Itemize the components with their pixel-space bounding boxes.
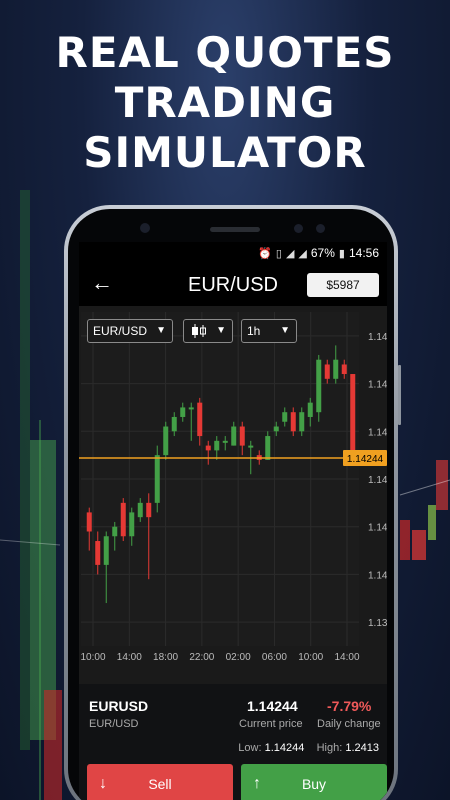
phone-frame: ⏰ ▯ ◢ ◢ 67% ▮ 14:56 ← EUR/USD $5987 1.14… [64,205,401,800]
candle-body [112,526,118,537]
candle-body [248,445,254,448]
candle-body [188,407,194,410]
chevron-down-icon: ▼ [156,325,166,336]
high-value: 1.2413 [345,742,379,754]
daily-change-label: Daily change [317,718,381,730]
x-tick-label: 14:00 [334,652,359,663]
app-bar: ← EUR/USD $5987 [79,264,387,306]
balance-button[interactable]: $5987 [307,273,379,297]
headline-line-2: TRADING [114,78,336,127]
symbol-select[interactable]: EUR/USD ▼ [87,319,173,343]
low-label: Low: [238,742,262,754]
sell-label: Sell [148,776,172,792]
x-tick-label: 10:00 [298,652,323,663]
candle-body [299,412,305,432]
arrow-down-icon: ↓ [99,775,107,792]
app-screen: ⏰ ▯ ◢ ◢ 67% ▮ 14:56 ← EUR/USD $5987 1.14… [79,242,387,800]
candle-body [137,502,143,518]
symbol-select-value: EUR/USD [93,324,148,338]
status-bar: ⏰ ▯ ◢ ◢ 67% ▮ 14:56 [79,242,387,264]
buy-label: Buy [301,776,327,792]
headline: REAL QUOTES TRADING SIMULATOR [0,28,450,178]
phone-speaker [210,227,260,232]
candle-body [316,359,322,413]
candle-body [103,536,109,565]
candle-body [231,426,237,446]
alarm-icon: ⏰ [258,247,272,260]
candle-body [129,512,135,537]
current-price-label: Current price [239,718,303,730]
battery-percent: 67% [310,246,335,260]
candlestick-icon [192,324,206,338]
candle-body [180,407,186,417]
candle-body [333,359,339,379]
quote-panel: EURUSD EUR/USD 1.14244 Current price -7.… [79,684,387,800]
chart-area[interactable]: 1.145 1.144 1.143 1.142 1.141 1.14 1.139 10:00 1… [79,306,387,684]
x-tick-label: 02:00 [226,652,251,663]
x-tick-label: 14:00 [117,652,142,663]
chevron-down-icon: ▼ [280,325,290,336]
y-tick-label: 1.143 [368,427,387,438]
y-tick-label: 1.142 [368,475,387,486]
headline-line-1: REAL QUOTES [55,28,395,77]
chevron-down-icon: ▼ [216,325,226,336]
timeframe-select[interactable]: 1h ▼ [241,319,297,343]
vibrate-icon: ▯ [275,247,282,260]
candle-body [120,502,126,537]
x-tick-label: 22:00 [189,652,214,663]
candle-body [239,426,245,446]
low-value: 1.14244 [264,742,305,754]
y-tick-label: 1.144 [368,380,387,391]
signal-icon: ◢ [285,247,295,260]
candle-body [95,541,101,565]
arrow-up-icon: ↑ [253,775,261,792]
sell-button[interactable]: ↓ Sell [87,764,233,800]
candle-body [265,436,271,460]
current-price: 1.14244 [247,698,298,714]
candle-body [290,412,296,432]
chart-type-select[interactable]: ▼ [183,319,233,343]
candle-body [86,512,92,532]
candle-body [282,412,288,422]
y-tick-label: 1.139 [368,618,387,629]
candle-body [214,440,220,451]
low-high-row: Low: 1.14244 High: 1.2413 [238,742,379,754]
candle-body [341,364,347,375]
candle-body [171,416,177,432]
x-tick-label: 10:00 [80,652,105,663]
battery-icon: ▮ [338,247,345,260]
signal-icon: ◢ [298,247,307,260]
candle-body [205,445,211,451]
phone-bezel: ⏰ ▯ ◢ ◢ 67% ▮ 14:56 ← EUR/USD $5987 1.14… [68,209,394,800]
x-tick-label: 18:00 [153,652,178,663]
phone-sensor [140,223,150,233]
candle-body [154,455,160,503]
candle-body [350,374,356,459]
candle-body [273,426,279,432]
candle-body [197,402,203,437]
headline-line-3: SIMULATOR [83,128,367,177]
phone-side-button [398,365,401,425]
y-tick-label: 1.141 [368,523,387,534]
quote-symbol: EURUSD [89,698,149,714]
buy-button[interactable]: ↑ Buy [241,764,387,800]
candle-body [222,440,228,443]
daily-change: -7.79% [327,698,372,714]
phone-camera-2 [316,224,325,233]
high-label: High: [316,742,343,754]
candle-body [163,426,169,456]
candle-body [307,402,313,417]
candle-body [146,502,152,518]
status-time: 14:56 [348,246,379,260]
x-tick-label: 06:00 [262,652,287,663]
candle-body [324,364,330,379]
y-tick-label: 1.14 [368,570,387,581]
phone-camera [294,224,303,233]
y-tick-label: 1.145 [368,332,387,343]
current-price-tag-label: 1.14244 [347,454,384,465]
candlestick-chart: 1.145 1.144 1.143 1.142 1.141 1.14 1.139 10:00 1… [79,312,387,663]
quote-symbol-sub: EUR/USD [89,718,139,730]
timeframe-select-value: 1h [247,324,261,338]
